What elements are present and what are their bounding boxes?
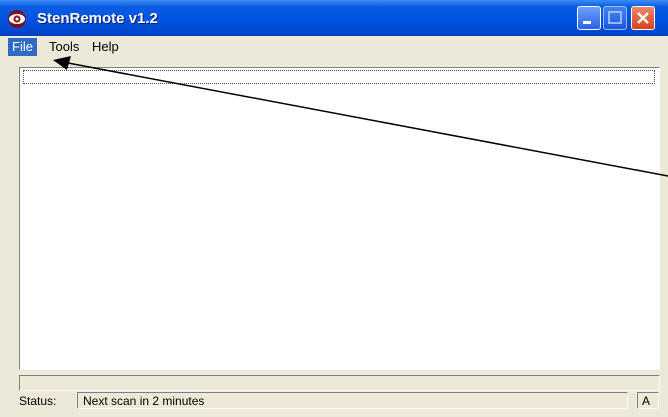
annotation-arrow [53,56,668,177]
app-window: StenRemote v1.2 File Tools Help Status: … [0,0,668,417]
